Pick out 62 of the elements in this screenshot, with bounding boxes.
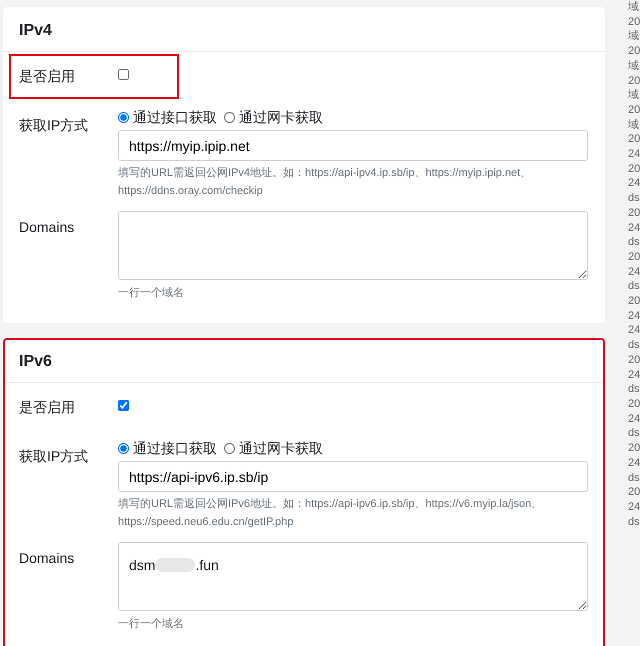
log-line: 24 [628, 176, 640, 192]
radio-label[interactable]: 通过网卡获取 [239, 107, 323, 128]
log-line: 20 [628, 74, 640, 88]
log-line: 20 [628, 485, 640, 500]
log-line: 域 [628, 0, 640, 15]
log-line: 24 [628, 500, 640, 515]
radio-label[interactable]: 通过接口获取 [133, 438, 217, 460]
log-line: 20 [628, 441, 640, 456]
radio-button[interactable] [224, 112, 235, 124]
log-line: 24 [628, 308, 640, 324]
log-line: ds [628, 426, 640, 442]
log-line: 20 [628, 14, 640, 30]
log-line: ds [628, 382, 640, 397]
section-title: IPv6 [3, 338, 605, 384]
enable-checkbox[interactable] [118, 69, 129, 80]
hint-text: 一行一个域名 [118, 617, 185, 632]
help-text: 填写的URL需返回公网IPv6地址。如：https://api-ipv6.ip.sb/ip、https://v6.myip.la/json、https://speed.neu6.edu.cn/getIP.php [118, 497, 544, 530]
radio-button[interactable] [224, 443, 235, 454]
log-line: 域 [628, 58, 640, 74]
log-line: 24 [628, 412, 640, 426]
log-line: 24 [628, 264, 640, 280]
log-line: 20 [628, 132, 640, 148]
hint-text: 一行一个域名 [118, 286, 185, 302]
log-line: 24 [628, 220, 640, 236]
radio-button[interactable] [118, 443, 129, 454]
radio-label[interactable]: 通过接口获取 [133, 107, 217, 128]
log-line: 24 [628, 368, 640, 382]
log-line: 域 [628, 88, 640, 103]
log-line: ds [628, 514, 640, 530]
log-line: 20 [628, 102, 640, 118]
log-line: ds [628, 235, 640, 250]
field-label: 获取IP方式 [19, 447, 90, 466]
log-line: 24 [628, 456, 640, 470]
log-line: 20 [628, 44, 640, 59]
log-line: 24 [628, 147, 640, 162]
log-line: ds [628, 279, 640, 294]
blurred-text [155, 558, 196, 572]
field-label: Domains [19, 218, 76, 238]
section-title: IPv4 [3, 7, 605, 52]
radio-button[interactable] [118, 112, 129, 124]
log-line: ds [628, 470, 640, 486]
enable-checkbox[interactable] [118, 400, 129, 412]
log-line: 20 [628, 250, 640, 265]
log-line: 20 [628, 162, 640, 176]
field-label: 获取IP方式 [19, 116, 90, 136]
url-input[interactable]: https://myip.ipip.net [118, 130, 588, 162]
log-line: 20 [628, 396, 640, 412]
log-line: 20 [628, 206, 640, 221]
radio-label[interactable]: 通过网卡获取 [239, 438, 323, 460]
log-line: ds [628, 338, 640, 353]
log-line: 20 [628, 352, 640, 368]
help-text: 填写的URL需返回公网IPv4地址。如：https://api-ipv4.ip.sb/ip、https://myip.ipip.net、https://ddns.oray.com/checkip [118, 166, 532, 199]
log-line: ds [628, 191, 640, 206]
log-line: 域 [628, 29, 640, 44]
log-line: 20 [628, 294, 640, 309]
log-line: 域 [628, 118, 640, 132]
log-line: 24 [628, 323, 640, 338]
field-label: 是否启用 [19, 67, 76, 86]
field-label: Domains [19, 549, 76, 568]
field-label: 是否启用 [19, 398, 76, 418]
domains-textarea[interactable]: dsm .fun [118, 542, 588, 612]
url-input[interactable]: https://api-ipv6.ip.sb/ip [118, 461, 588, 492]
